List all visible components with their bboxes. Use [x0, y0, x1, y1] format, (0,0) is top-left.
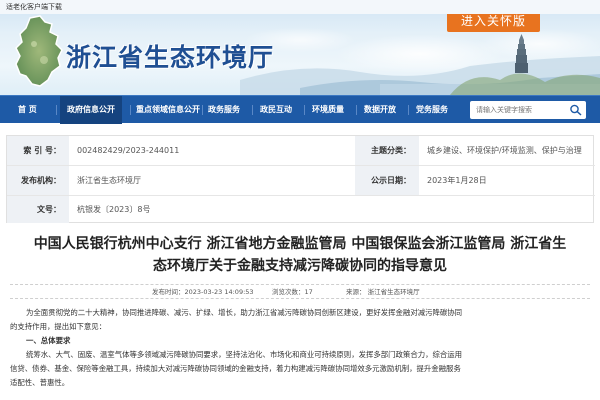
top-utility-bar: 适老化客户端下载	[0, 0, 600, 14]
publish-time: 发布时间：2023-03-23 14:09:53	[152, 288, 254, 296]
nav-divider	[56, 105, 57, 115]
nav-divider	[202, 105, 203, 115]
nav-divider	[408, 105, 409, 115]
province-map-logo	[15, 15, 63, 87]
nav-divider	[252, 105, 253, 115]
aging-client-download-link[interactable]: 适老化客户端下载	[6, 2, 62, 12]
body-paragraph: 统筹水、大气、固废、温室气体等多领域减污降碳协同要求，坚持法治化、市场化和商业可…	[26, 350, 463, 359]
nav-item-party-services[interactable]: 党务服务	[416, 96, 456, 124]
view-count: 浏览次数：17	[272, 288, 313, 296]
section-heading: 一、总体要求	[26, 336, 71, 345]
body-paragraph: 的支持作用，提出如下意见：	[10, 322, 107, 331]
category-value: 城乡建设、环境保护/环境监测、保护与治理	[427, 146, 582, 155]
body-paragraph: 为全面贯彻党的二十大精神，协同推进降碳、减污、扩绿、增长，助力浙江省减污降碳协同…	[26, 308, 463, 317]
nav-item-gov-info[interactable]: 政府信息公开	[60, 96, 122, 124]
nav-item-interaction[interactable]: 政民互动	[260, 96, 300, 124]
site-header: 浙江省生态环境厅 进入关怀版	[0, 0, 600, 95]
meta-row: 文号： 杭银发〔2023〕8号	[7, 196, 595, 223]
article-info-bar: 发布时间：2023-03-23 14:09:53 浏览次数：17 来源： 浙江省…	[10, 284, 590, 299]
search-input[interactable]	[470, 101, 562, 119]
care-version-button[interactable]: 进入关怀版	[447, 11, 540, 32]
nav-item-home[interactable]: 首 页	[18, 96, 48, 124]
nav-divider	[130, 105, 131, 115]
docno-value: 杭银发〔2023〕8号	[77, 205, 151, 214]
docno-label: 文号：	[7, 196, 69, 223]
nav-item-env-quality[interactable]: 环境质量	[312, 96, 352, 124]
pagoda-icon	[515, 34, 528, 73]
article-title-line: 态环境厅关于金融支持减污降碳协同的指导意见	[153, 258, 447, 274]
main-nav: 首 页 政府信息公开 重点领域信息公开 政务服务 政民互动 环境质量 数据开放 …	[0, 95, 600, 124]
nav-divider	[356, 105, 357, 115]
index-value: 002482429/2023-244011	[77, 146, 180, 155]
index-label: 索 引 号：	[7, 136, 69, 165]
article-title: 中国人民银行杭州中心支行 浙江省地方金融监管局 中国银保监会浙江监管局 浙江省生…	[10, 233, 590, 277]
publisher-value: 浙江省生态环境厅	[77, 176, 141, 185]
nav-item-open-data[interactable]: 数据开放	[364, 96, 404, 124]
meta-row: 索 引 号： 002482429/2023-244011 主题分类： 城乡建设、…	[7, 136, 595, 166]
document-meta-table: 索 引 号： 002482429/2023-244011 主题分类： 城乡建设、…	[6, 135, 595, 223]
nav-item-key-areas[interactable]: 重点领域信息公开	[136, 96, 206, 124]
article-title-line: 中国人民银行杭州中心支行 浙江省地方金融监管局 中国银保监会浙江监管局 浙江省生	[33, 236, 567, 252]
nav-divider	[304, 105, 305, 115]
search-box	[470, 101, 586, 119]
site-title: 浙江省生态环境厅	[66, 43, 275, 72]
nav-item-gov-services[interactable]: 政务服务	[208, 96, 248, 124]
publisher-label: 发布机构：	[7, 166, 69, 195]
article-source: 来源： 浙江省生态环境厅	[346, 288, 420, 296]
date-label: 公示日期：	[355, 166, 419, 195]
meta-row: 发布机构： 浙江省生态环境厅 公示日期： 2023年1月28日	[7, 166, 595, 196]
body-paragraph: 信贷、债券、基金、保险等金融工具，持续加大对减污降碳协同领域的金融支持，着力构建…	[10, 364, 461, 373]
body-paragraph: 适配性、普惠性。	[10, 378, 70, 387]
date-value: 2023年1月28日	[427, 176, 487, 185]
search-icon[interactable]	[569, 104, 583, 116]
category-label: 主题分类：	[355, 136, 419, 165]
article-body: 为全面贯彻党的二十大精神，协同推进降碳、减污、扩绿、增长，助力浙江省减污降碳协同…	[10, 306, 590, 390]
